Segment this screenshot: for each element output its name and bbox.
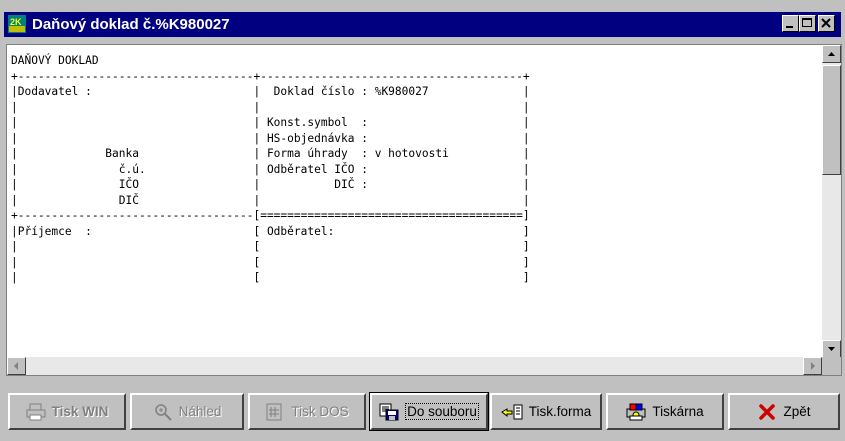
zpet-button[interactable]: Zpět bbox=[728, 393, 840, 430]
close-icon bbox=[821, 18, 831, 28]
document-line: | DIČ | | bbox=[11, 193, 530, 207]
document-line: DAŇOVÝ DOKLAD bbox=[11, 54, 99, 67]
document-line: | | | bbox=[11, 100, 530, 114]
tisk-dos-button[interactable]: Tisk DOS bbox=[248, 393, 366, 430]
scroll-right-button[interactable] bbox=[803, 357, 822, 375]
minimize-icon bbox=[786, 26, 793, 28]
maximize-icon bbox=[802, 18, 812, 27]
form-pointer-icon bbox=[500, 404, 523, 419]
do-souboru-button[interactable]: Do souboru bbox=[369, 392, 489, 431]
horizontal-scrollbar[interactable] bbox=[7, 357, 822, 375]
svg-text:2K: 2K bbox=[10, 17, 22, 27]
document-line: +-----------------------------------[===… bbox=[11, 209, 530, 222]
scroll-left-button[interactable] bbox=[7, 357, 26, 375]
nahled-button[interactable]: Náhled bbox=[130, 393, 244, 430]
arrow-right-icon bbox=[811, 362, 815, 370]
document-line: | [ ] bbox=[11, 255, 530, 269]
tisk-dos-label: Tisk DOS bbox=[291, 404, 349, 419]
document-line: | [ ] bbox=[11, 240, 530, 253]
report-window: 2K Daňový doklad č.%K980027 DAŇOVÝ DOKLA… bbox=[0, 0, 845, 441]
tiskarna-button[interactable]: Tiskárna bbox=[606, 393, 724, 430]
document-view[interactable]: DAŇOVÝ DOKLAD +-------------------------… bbox=[6, 44, 842, 376]
tisk-forma-label: Tisk.forma bbox=[528, 404, 592, 419]
printer-icon bbox=[26, 403, 46, 420]
magnifier-icon bbox=[154, 403, 172, 421]
minimize-button[interactable] bbox=[782, 15, 799, 32]
arrow-up-icon bbox=[828, 52, 835, 56]
app-2k-icon: 2K bbox=[8, 15, 26, 33]
document-line: | Banka | Forma úhrady : v hotovosti | bbox=[11, 147, 530, 160]
tisk-win-label: Tisk WIN bbox=[51, 404, 109, 419]
scroll-corner bbox=[822, 357, 841, 375]
document-line: | č.ú. | Odběratel IČO : | bbox=[11, 162, 530, 176]
document-line: | IČO | DIČ : | bbox=[11, 178, 530, 191]
scroll-up-button[interactable] bbox=[822, 45, 841, 63]
red-x-icon bbox=[759, 403, 776, 420]
scroll-thumb[interactable] bbox=[822, 65, 841, 175]
nahled-label: Náhled bbox=[178, 404, 222, 419]
document-line: | | HS-objednávka : | bbox=[11, 131, 530, 145]
zpet-label: Zpět bbox=[783, 404, 811, 419]
tisk-win-button[interactable]: Tisk WIN bbox=[8, 393, 126, 430]
printer-setup-icon bbox=[626, 403, 646, 420]
document-line: |Dodavatel : | Doklad číslo : %K980027 | bbox=[11, 85, 530, 98]
scroll-down-button[interactable] bbox=[822, 340, 841, 358]
tisk-forma-button[interactable]: Tisk.forma bbox=[490, 393, 602, 430]
maximize-button[interactable] bbox=[799, 15, 816, 32]
vertical-scrollbar[interactable] bbox=[822, 45, 841, 358]
tiskarna-label: Tiskárna bbox=[652, 404, 704, 419]
document-text: DAŇOVÝ DOKLAD +-------------------------… bbox=[11, 53, 530, 286]
document-line: | | Konst.symbol : | bbox=[11, 116, 530, 129]
document-line: +-----------------------------------+---… bbox=[11, 69, 530, 83]
button-bar: Tisk WIN Náhled Tisk DOS Do souboru Tisk… bbox=[0, 388, 845, 441]
window-title: Daňový doklad č.%K980027 bbox=[32, 16, 230, 33]
do-souboru-label: Do souboru bbox=[405, 403, 479, 420]
dos-print-icon bbox=[266, 403, 282, 420]
close-button[interactable] bbox=[818, 15, 835, 32]
document-line: |Příjemce : [ Odběratel: ] bbox=[11, 224, 530, 238]
title-bar[interactable]: 2K Daňový doklad č.%K980027 bbox=[4, 12, 841, 37]
document-line: | [ ] bbox=[11, 271, 530, 284]
arrow-down-icon bbox=[828, 347, 835, 351]
save-to-file-icon bbox=[379, 403, 399, 420]
arrow-left-icon bbox=[14, 362, 18, 370]
